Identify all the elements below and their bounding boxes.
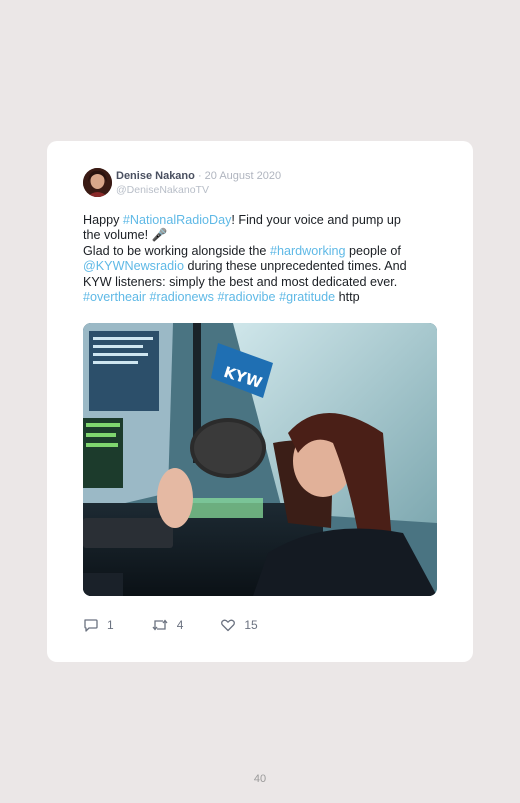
author-line: Denise Nakano · 20 August 2020 xyxy=(116,170,281,182)
text-segment: ! Find your voice and pump up xyxy=(231,213,401,227)
reply-button[interactable]: 1 xyxy=(83,617,114,633)
hashtag-radionews[interactable]: #radionews xyxy=(150,290,214,304)
tweet-date: · 20 August 2020 xyxy=(197,170,282,182)
tweet-photo[interactable]: KYW xyxy=(83,323,437,596)
hashtag-hardworking[interactable]: #hardworking xyxy=(270,244,346,258)
like-button[interactable]: 15 xyxy=(220,617,258,633)
author-handle[interactable]: @DeniseNakanoTV xyxy=(116,184,209,196)
link-text[interactable]: http xyxy=(339,290,360,304)
mention-kywnewsradio[interactable]: @KYWNewsradio xyxy=(83,259,184,273)
heart-icon xyxy=(220,617,236,633)
retweet-icon xyxy=(151,617,169,633)
page-number: 40 xyxy=(253,773,267,785)
avatar[interactable] xyxy=(83,168,112,197)
author-name[interactable]: Denise Nakano xyxy=(116,170,195,182)
text-segment: KYW listeners: simply the best and most … xyxy=(83,274,398,289)
tweet-actions: 1 4 15 xyxy=(83,617,258,633)
reply-count: 1 xyxy=(107,618,114,632)
text-segment: the volume! 🎤 xyxy=(83,228,168,243)
hashtag-gratitude[interactable]: #gratitude xyxy=(279,290,335,304)
hashtag-radiovibe[interactable]: #radiovibe xyxy=(217,290,275,304)
text-segment: Glad to be working alongside the xyxy=(83,243,270,258)
tweet-card[interactable]: Denise Nakano · 20 August 2020 @DeniseNa… xyxy=(47,141,473,662)
text-segment: during these unprecedented times. And xyxy=(183,259,407,274)
like-count: 15 xyxy=(244,618,258,632)
text-segment: Happy xyxy=(83,213,123,227)
tweet-text: Happy #NationalRadioDay! Find your voice… xyxy=(83,213,443,305)
text-segment: people of xyxy=(345,243,401,258)
retweet-button[interactable]: 4 xyxy=(151,617,184,633)
hashtag-overtheair[interactable]: #overtheair xyxy=(83,290,146,304)
reply-icon xyxy=(83,617,99,633)
hashtag-nationalradioday[interactable]: #NationalRadioDay xyxy=(123,213,232,227)
retweet-count: 4 xyxy=(176,618,184,632)
